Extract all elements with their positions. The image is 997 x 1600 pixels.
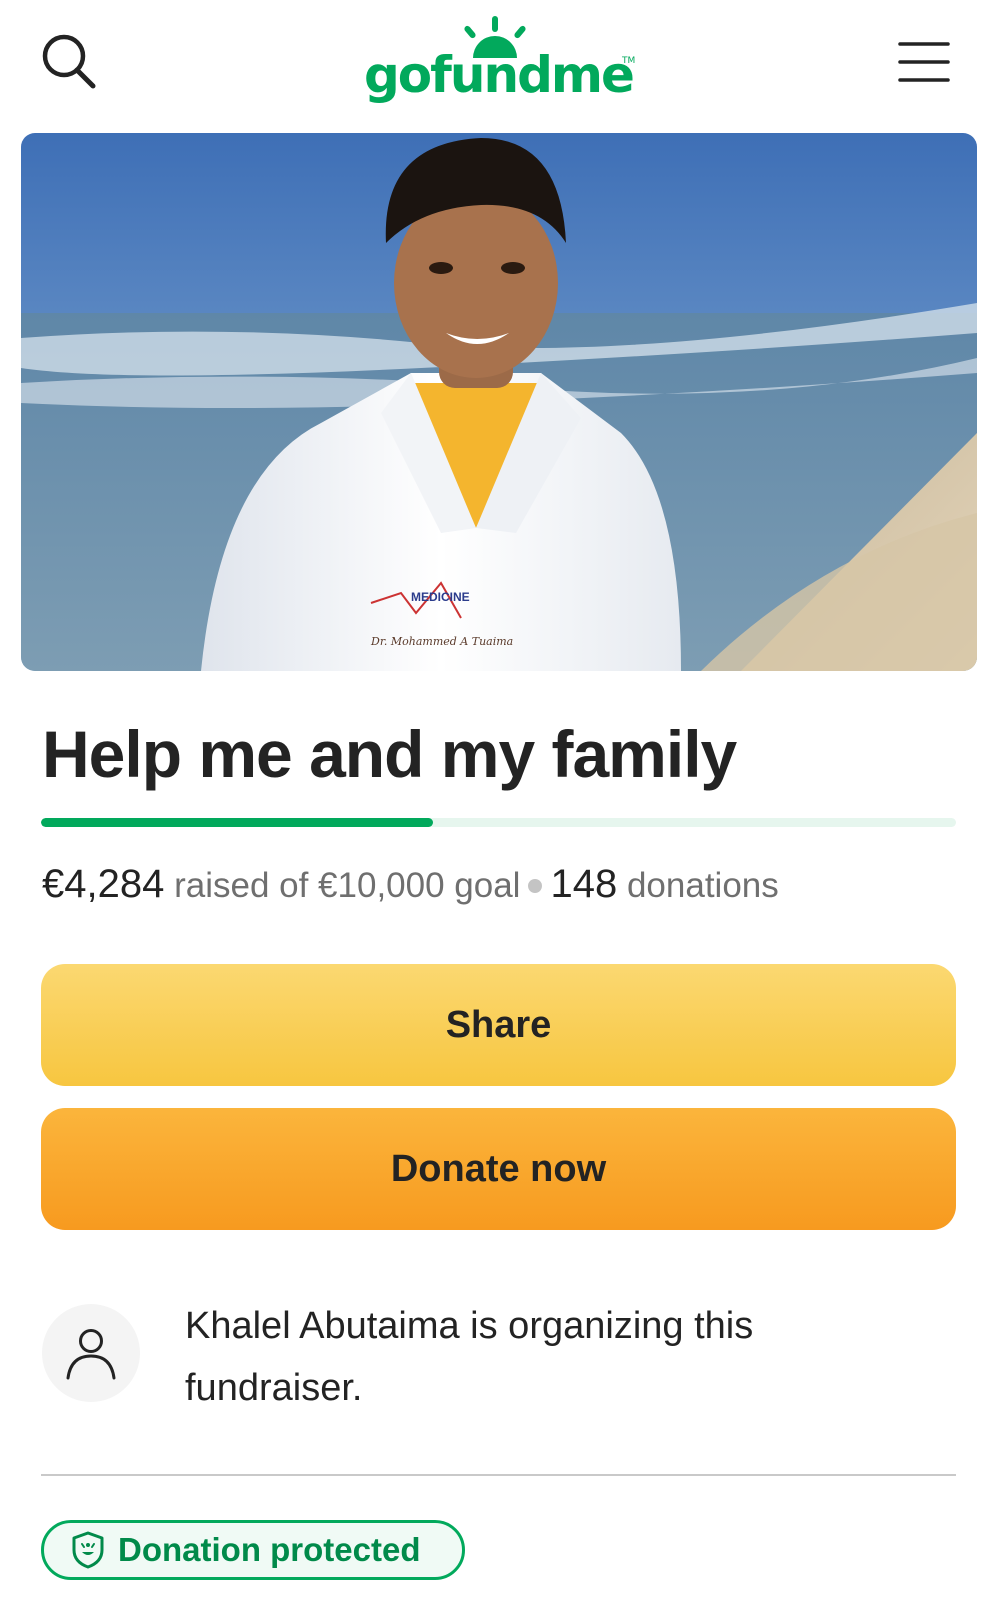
campaign-hero-image: MEDICINE Dr. Mohammed A Tuaima <box>21 133 977 671</box>
donations-label: donations <box>626 866 779 905</box>
progress-bar <box>41 818 956 827</box>
organizer-text: Khalel Abutaima is organizing this fundr… <box>185 1305 754 1409</box>
campaign-stats: €4,284 raised of €10,000 goal 148 donatio… <box>42 862 779 907</box>
hamburger-menu-icon[interactable] <box>896 38 952 86</box>
donation-protected-badge[interactable]: Donation protected <box>41 1520 465 1580</box>
donation-protected-label: Donation protected <box>118 1531 421 1568</box>
raised-goal-text: raised of €10,000 goal <box>174 866 521 905</box>
organizer-avatar[interactable] <box>42 1304 140 1402</box>
logo-text: gofundme <box>364 46 635 104</box>
coat-name-text: Dr. Mohammed A Tuaima <box>370 635 513 648</box>
search-icon[interactable] <box>38 30 102 94</box>
top-header: gofundme TM <box>0 0 997 130</box>
user-icon <box>66 1329 116 1380</box>
campaign-title: Help me and my family <box>42 717 737 791</box>
section-divider <box>41 1474 956 1476</box>
progress-bar-fill <box>41 818 433 827</box>
donate-now-button[interactable]: Donate now <box>41 1108 956 1230</box>
coat-logo-text: MEDICINE <box>411 590 470 604</box>
raised-amount: €4,284 <box>42 862 165 906</box>
shield-icon <box>72 1531 104 1569</box>
gofundme-logo[interactable]: gofundme TM <box>360 16 640 116</box>
logo-trademark: TM <box>622 56 636 66</box>
separator-dot <box>528 878 543 893</box>
share-button[interactable]: Share <box>41 964 956 1086</box>
donations-count: 148 <box>550 862 618 906</box>
